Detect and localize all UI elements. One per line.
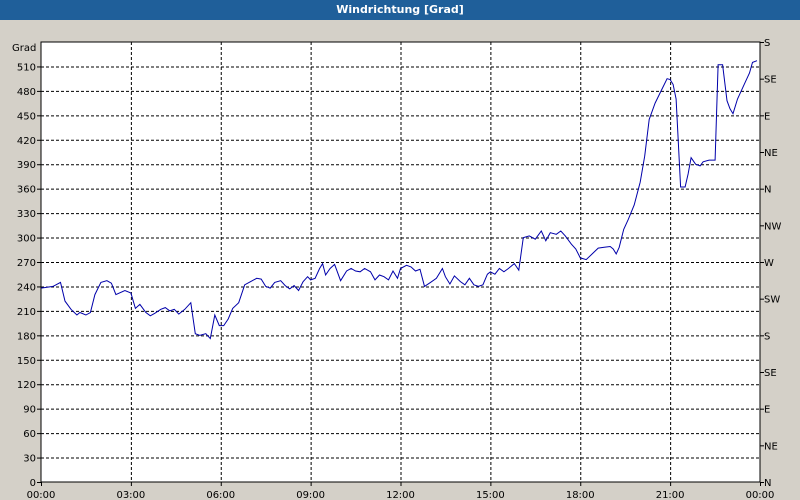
x-tick-time: 00:00 (746, 490, 775, 500)
x-tick-time: 03:00 (116, 490, 145, 500)
y-tick-label: 300 (17, 234, 36, 245)
y-tick-label: 420 (17, 136, 36, 147)
x-tick-time: 18:00 (566, 490, 595, 500)
x-tick-time: 00:00 (27, 490, 56, 500)
y-tick-label: 330 (17, 209, 36, 220)
x-tick-time: 12:00 (386, 490, 415, 500)
x-axis-labels: 00:0013.07.2303:0013.07.2306:0013.07.230… (27, 482, 775, 500)
direction-label: N (764, 478, 771, 489)
y-tick-label: 270 (17, 258, 36, 269)
direction-label: S (764, 38, 770, 49)
direction-label: SE (764, 368, 777, 379)
y-tick-label: 360 (17, 185, 36, 196)
x-tick-time: 06:00 (206, 490, 235, 500)
direction-label: NE (764, 148, 778, 159)
y-tick-label: 60 (23, 429, 36, 440)
y-axis-ticks (37, 66, 41, 483)
direction-label: E (764, 111, 770, 122)
y-tick-label: 480 (17, 87, 36, 98)
y-tick-label: 510 (17, 62, 36, 73)
y-tick-label: 120 (17, 380, 36, 391)
x-tick-time: 09:00 (296, 490, 325, 500)
y-tick-label: 150 (17, 356, 36, 367)
x-tick-time: 15:00 (476, 490, 505, 500)
y-tick-label: 30 (23, 454, 36, 465)
y-tick-label: 90 (23, 405, 36, 416)
direction-label: NE (764, 441, 778, 452)
y-tick-label: 390 (17, 160, 36, 171)
y-tick-label: 0 (30, 478, 36, 489)
direction-label: S (764, 331, 770, 342)
y-axis-labels: 0 30 60 90 120 150 180 210 240 270 300 330 360 390 420… (17, 62, 36, 489)
y-tick-label: 450 (17, 111, 36, 122)
y-tick-label: 210 (17, 307, 36, 318)
direction-label: E (764, 405, 770, 416)
direction-label: SW (764, 295, 780, 306)
chart-title: Windrichtung [Grad] (0, 0, 800, 20)
direction-label: N (764, 185, 771, 196)
y-axis-title: Grad (12, 43, 36, 54)
y-tick-label: 180 (17, 331, 36, 342)
direction-label: SE (764, 75, 777, 86)
y-tick-label: 240 (17, 282, 36, 293)
x-tick-time: 21:00 (656, 490, 685, 500)
direction-label: W (764, 258, 774, 269)
direction-axis-labels: N NE E SE S SW W NW N NE E SE S (760, 38, 781, 489)
direction-label: NW (764, 221, 781, 232)
wind-direction-chart: 0 30 60 90 120 150 180 210 240 270 300 330 360 390 420… (12, 38, 781, 500)
